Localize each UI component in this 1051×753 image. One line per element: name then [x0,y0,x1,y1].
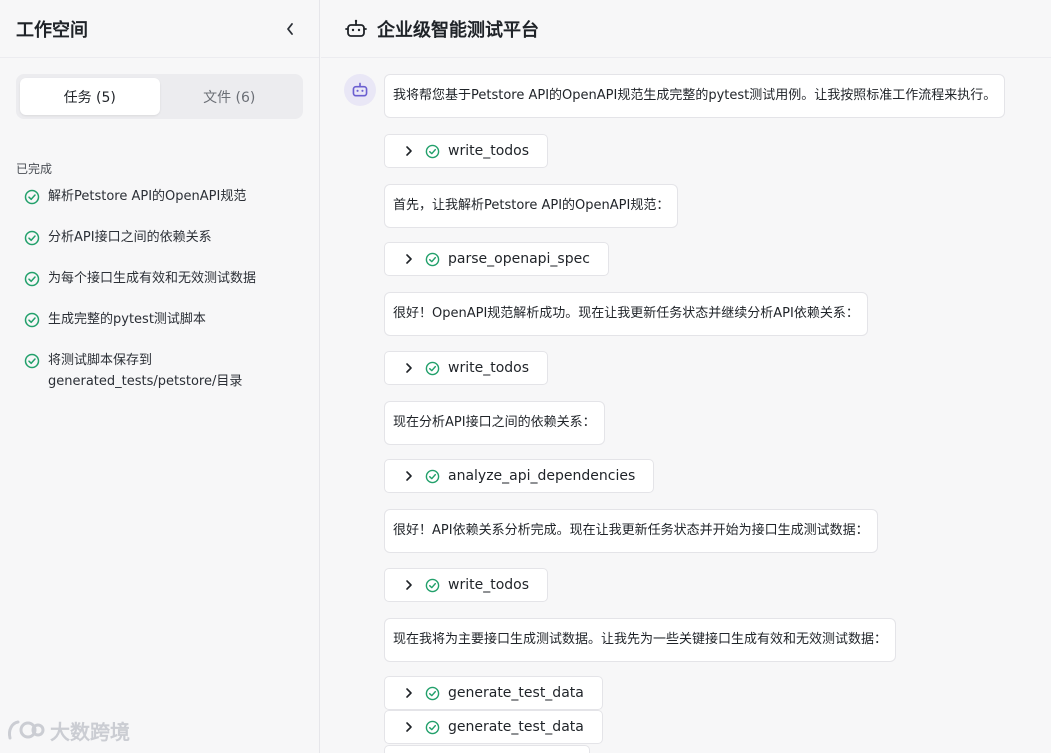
tool-call-toggle[interactable]: write_todos [384,568,548,602]
check-circle-icon [425,144,440,158]
chevron-left-icon [287,22,293,35]
chevron-right-icon [406,363,412,373]
assistant-avatar [344,74,376,106]
check-circle-icon [425,361,440,375]
check-circle-icon [425,252,440,266]
task-item: 生成完整的pytest测试脚本 [24,311,304,330]
tool-call-toggle[interactable]: analyze_api_dependencies [384,459,655,493]
task-item: 为每个接口生成有效和无效测试数据 [24,270,304,289]
task-label: 将测试脚本保存到 generated_tests/petstore/目录 [48,353,243,389]
check-circle-icon [425,469,440,483]
task-item: 解析Petstore API的OpenAPI规范 [24,188,304,207]
tool-name: analyze_api_dependencies [448,468,636,484]
sidebar-header: 工作空间 [0,0,319,58]
tool-call-toggle[interactable]: generate_test_data [384,676,603,710]
tool-call-toggle[interactable]: parse_openapi_spec [384,242,609,276]
watermark-logo: 大数跨境 [6,716,130,745]
tool-call-toggle[interactable]: write_todos [384,351,548,385]
assistant-message: 很好！OpenAPI规范解析成功。现在让我更新任务状态并继续分析API依赖关系： [384,292,868,336]
page-title: 企业级智能测试平台 [377,19,539,41]
task-label: 分析API接口之间的依赖关系 [48,230,212,245]
assistant-message: 我将帮您基于Petstore API的OpenAPI规范生成完整的pytest测… [384,74,1006,118]
check-circle-icon [24,271,40,287]
chevron-right-icon [406,580,412,590]
tool-call-toggle[interactable]: write_todos [384,134,548,168]
assistant-message: 首先，让我解析Petstore API的OpenAPI规范： [384,184,679,228]
tool-name: parse_openapi_spec [448,251,590,267]
assistant-message: 很好！API依赖关系分析完成。现在让我更新任务状态并开始为接口生成测试数据： [384,509,878,553]
assistant-message: 现在我将为主要接口生成测试数据。让我先为一些关键接口生成有效和无效测试数据： [384,618,897,662]
chevron-right-icon [406,471,412,481]
check-circle-icon [425,686,440,700]
tab-files[interactable]: 文件 (6) [160,78,300,115]
tool-name: write_todos [448,360,529,376]
task-label: 生成完整的pytest测试脚本 [48,312,206,327]
tool-call-toggle-partial[interactable] [384,745,590,753]
tool-name: write_todos [448,577,529,593]
completed-section-label: 已完成 [16,162,53,176]
robot-icon [352,82,368,97]
main-header: 企业级智能测试平台 [321,0,1051,58]
chevron-right-icon [406,254,412,264]
robot-icon [345,19,367,37]
task-item: 将测试脚本保存到 generated_tests/petstore/目录 [24,352,304,392]
sidebar-title: 工作空间 [16,19,88,41]
check-circle-icon [24,189,40,205]
assistant-message: 现在分析API接口之间的依赖关系： [384,401,605,445]
task-list: 解析Petstore API的OpenAPI规范 分析API接口之间的依赖关系 … [24,188,304,414]
task-item: 分析API接口之间的依赖关系 [24,229,304,248]
sidebar: 工作空间 任务 (5) 文件 (6) 已完成 解析Petstore API的Op… [0,0,320,753]
chevron-right-icon [406,146,412,156]
tab-tasks[interactable]: 任务 (5) [20,78,160,115]
check-circle-icon [425,578,440,592]
check-circle-icon [24,353,40,369]
tool-name: write_todos [448,143,529,159]
task-label: 解析Petstore API的OpenAPI规范 [48,189,247,204]
tool-name: generate_test_data [448,685,584,701]
tool-call-toggle[interactable]: generate_test_data [384,710,603,744]
tool-name: generate_test_data [448,719,584,735]
check-circle-icon [24,230,40,246]
watermark-text: 大数跨境 [50,720,130,744]
sidebar-tabs: 任务 (5) 文件 (6) [16,74,303,119]
task-label: 为每个接口生成有效和无效测试数据 [48,271,257,286]
main-panel: 企业级智能测试平台 我将帮您基于Petstore API的OpenAPI规范生成… [321,0,1051,753]
chevron-right-icon [406,722,412,732]
collapse-sidebar-button[interactable] [279,18,301,40]
watermark-icon [8,720,45,739]
check-circle-icon [24,312,40,328]
chevron-right-icon [406,688,412,698]
check-circle-icon [425,720,440,734]
